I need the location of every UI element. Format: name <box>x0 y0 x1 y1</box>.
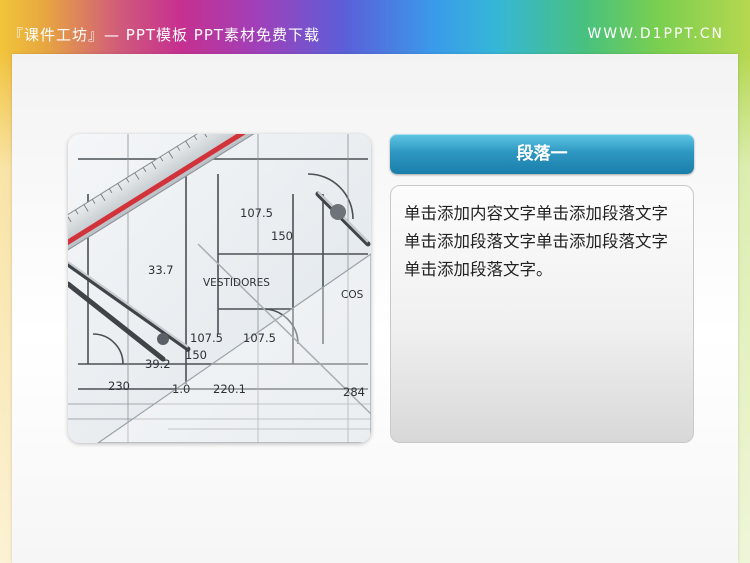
blueprint-image: 107.5 150 33.7 VESTIDORES COS 107.5 107.… <box>68 134 371 443</box>
label-150-top: 150 <box>271 229 293 243</box>
label-284: 284 <box>343 385 365 399</box>
label-150-bottom: 150 <box>185 348 207 362</box>
label-10: 1.0 <box>172 382 190 396</box>
header-title: 『课件工坊』— PPT模板 PPT素材免费下载 <box>8 26 321 44</box>
label-2201: 220.1 <box>213 382 246 396</box>
label-1075-a: 107.5 <box>190 331 223 345</box>
label-1075-b: 107.5 <box>243 331 276 345</box>
label-337: 33.7 <box>148 263 174 277</box>
header-url: WWW.D1PPT.CN <box>587 26 724 42</box>
header-bar: 『课件工坊』— PPT模板 PPT素材免费下载 WWW.D1PPT.CN <box>0 0 750 52</box>
section-title: 段落一 <box>390 134 694 174</box>
section-body: 单击添加内容文字单击添加段落文字单击添加段落文字单击添加段落文字单击添加段落文字… <box>390 185 694 443</box>
label-vestidores: VESTIDORES <box>203 277 270 289</box>
label-392: 39.2 <box>145 357 171 371</box>
section-body-text: 单击添加内容文字单击添加段落文字单击添加段落文字单击添加段落文字单击添加段落文字… <box>404 204 668 279</box>
label-1075-top: 107.5 <box>240 206 273 220</box>
label-cos: COS <box>341 289 364 301</box>
label-230: 230 <box>108 379 130 393</box>
blueprint-drawing: 107.5 150 33.7 VESTIDORES COS 107.5 107.… <box>68 134 371 443</box>
